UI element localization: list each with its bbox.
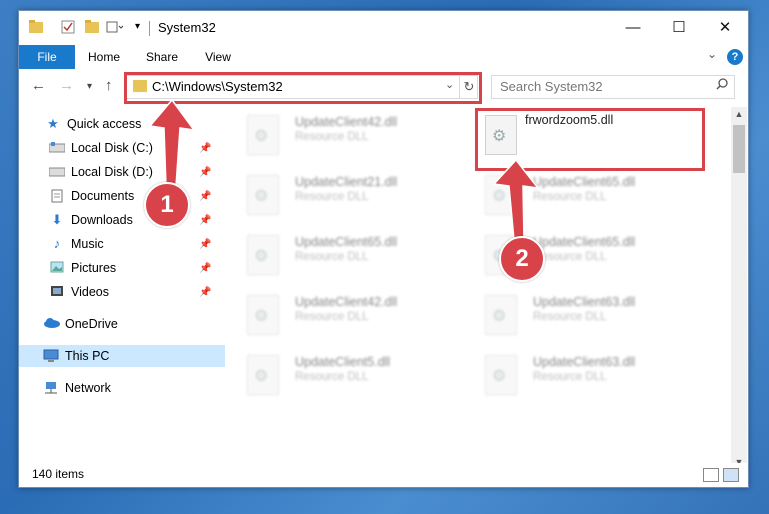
step-2-badge: 2 xyxy=(499,236,545,282)
annotation-arrows xyxy=(148,98,540,241)
step-1-badge: 1 xyxy=(144,182,190,228)
arrow-step1 xyxy=(148,98,196,187)
arrow-step2 xyxy=(492,158,540,241)
